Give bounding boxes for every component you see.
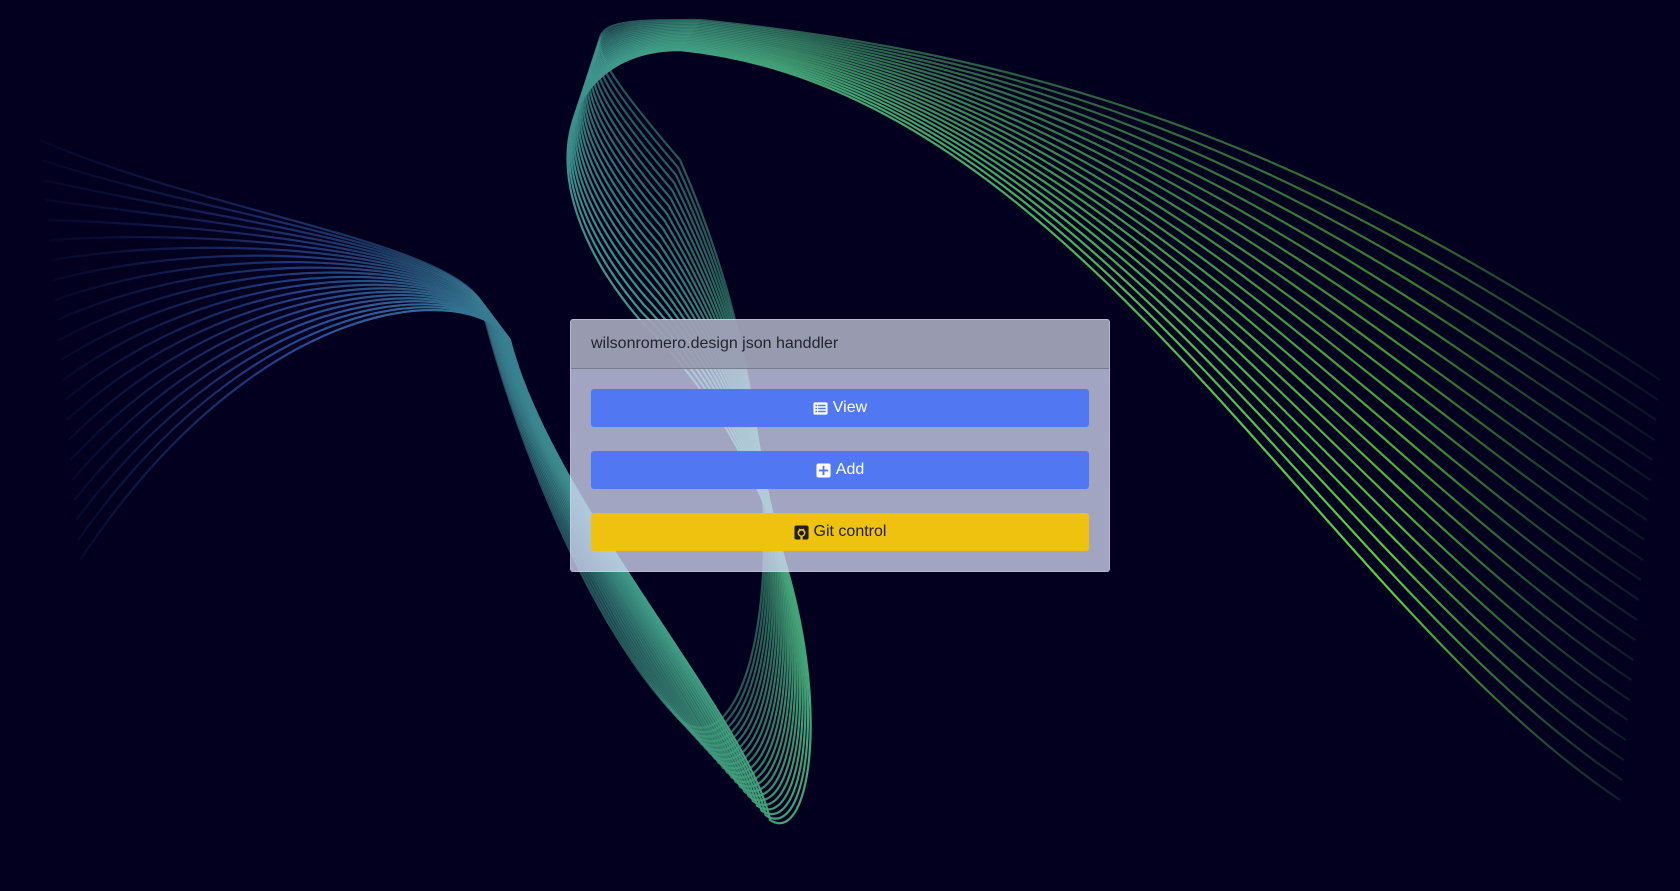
panel-body: View Add Git control	[571, 369, 1109, 551]
panel-header: wilsonromero.design json handdler	[571, 320, 1109, 369]
git-control-button-label: Git control	[813, 523, 887, 540]
json-handler-panel: wilsonromero.design json handdler View A…	[570, 319, 1110, 572]
page-background: wilsonromero.design json handdler View A…	[0, 0, 1680, 891]
add-button-label: Add	[835, 461, 865, 478]
panel-title: wilsonromero.design json handdler	[591, 335, 839, 352]
view-button-label: View	[832, 399, 868, 416]
github-icon	[794, 524, 809, 540]
plus-square-icon	[816, 462, 831, 478]
list-icon	[813, 401, 828, 416]
git-control-button[interactable]: Git control	[591, 513, 1089, 551]
view-button[interactable]: View	[591, 389, 1089, 427]
add-button[interactable]: Add	[591, 451, 1089, 489]
